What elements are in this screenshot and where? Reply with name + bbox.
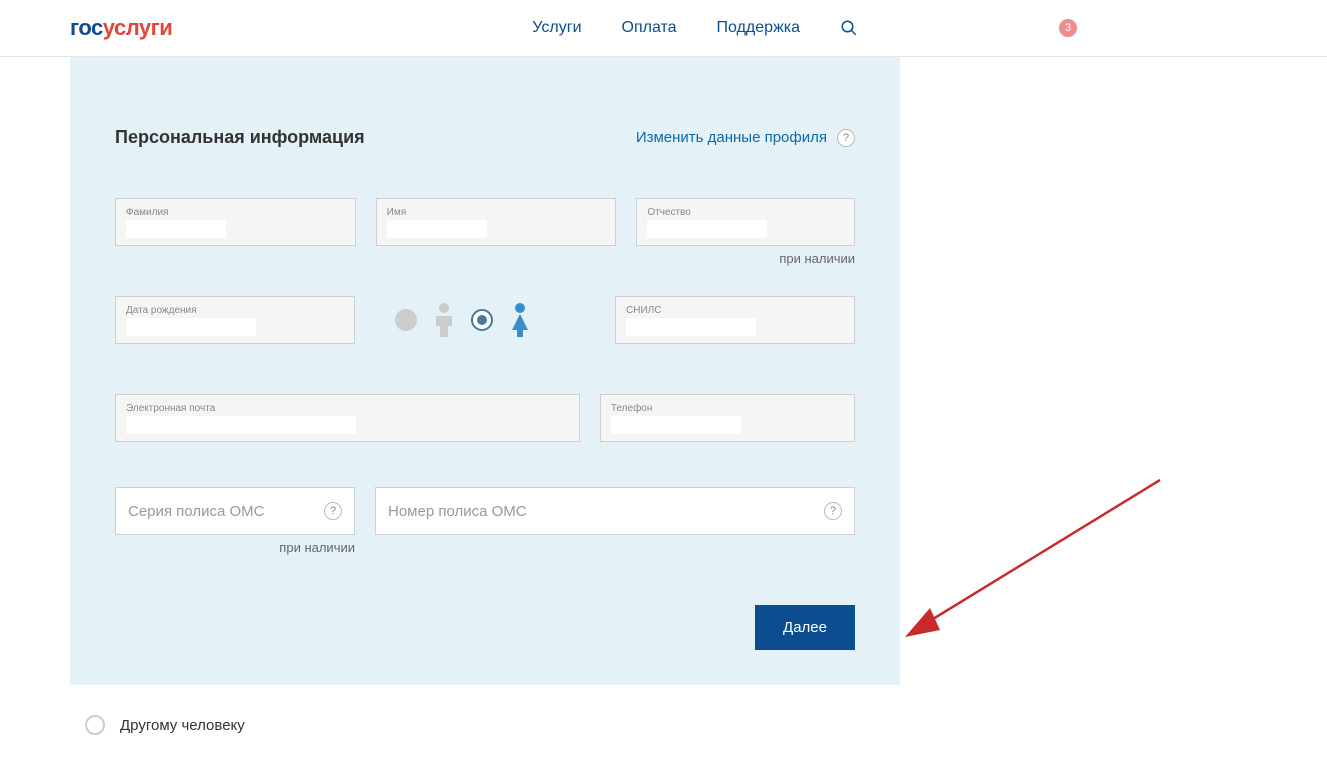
snils-value xyxy=(626,318,756,336)
dob-field[interactable]: Дата рождения xyxy=(115,296,355,344)
help-icon[interactable]: ? xyxy=(824,502,842,520)
dob-value xyxy=(126,318,256,336)
gender-male-radio[interactable] xyxy=(395,309,417,331)
row-contacts: Электронная почта Телефон xyxy=(115,394,855,442)
lastname-label: Фамилия xyxy=(126,207,345,218)
form-panel: Персональная информация Изменить данные … xyxy=(70,57,900,685)
male-icon xyxy=(432,302,456,338)
other-person-label: Другому человеку xyxy=(120,717,245,734)
firstname-label: Имя xyxy=(387,207,606,218)
logo[interactable]: госуслуги xyxy=(70,15,172,41)
arrow-annotation-icon xyxy=(880,470,1170,670)
edit-profile-wrap: Изменить данные профиля ? xyxy=(636,129,855,147)
row-dob-gender: Дата рождения СНИЛС xyxy=(115,296,855,344)
gender-group xyxy=(395,302,532,338)
oms-series-field[interactable]: Серия полиса ОМС ? xyxy=(115,487,355,535)
patronymic-label: Отчество xyxy=(647,207,844,218)
snils-label: СНИЛС xyxy=(626,305,844,316)
other-person-option[interactable]: Другому человеку xyxy=(85,715,1327,735)
patronymic-field[interactable]: Отчество xyxy=(636,198,855,246)
nav-support[interactable]: Поддержка xyxy=(717,19,800,37)
nav-payment[interactable]: Оплата xyxy=(622,19,677,37)
gender-female-radio[interactable] xyxy=(471,309,493,331)
snils-field[interactable]: СНИЛС xyxy=(615,296,855,344)
oms-series-placeholder: Серия полиса ОМС xyxy=(128,503,324,520)
help-icon[interactable]: ? xyxy=(837,129,855,147)
lastname-field[interactable]: Фамилия xyxy=(115,198,356,246)
row-name: Фамилия Имя Отчество при наличии xyxy=(115,198,855,266)
email-label: Электронная почта xyxy=(126,403,569,414)
section-title: Персональная информация xyxy=(115,127,365,148)
patronymic-value xyxy=(647,220,767,238)
search-icon[interactable] xyxy=(840,19,858,37)
row-oms: Серия полиса ОМС ? при наличии Номер пол… xyxy=(115,487,855,555)
female-icon xyxy=(508,302,532,338)
email-field[interactable]: Электронная почта xyxy=(115,394,580,442)
phone-value xyxy=(611,416,741,434)
nav-services[interactable]: Услуги xyxy=(532,19,581,37)
lastname-value xyxy=(126,220,226,238)
phone-field[interactable]: Телефон xyxy=(600,394,855,442)
oms-number-field[interactable]: Номер полиса ОМС ? xyxy=(375,487,855,535)
patronymic-helper: при наличии xyxy=(636,251,855,266)
header: госуслуги Услуги Оплата Поддержка 3 xyxy=(0,0,1327,57)
email-value xyxy=(126,416,356,434)
radio-icon xyxy=(85,715,105,735)
section-header: Персональная информация Изменить данные … xyxy=(115,127,855,148)
phone-label: Телефон xyxy=(611,403,844,414)
notification-badge[interactable]: 3 xyxy=(1059,19,1077,37)
logo-part2: услуги xyxy=(103,15,173,40)
nav: Услуги Оплата Поддержка xyxy=(532,19,858,37)
firstname-value xyxy=(387,220,487,238)
edit-profile-link[interactable]: Изменить данные профиля xyxy=(636,129,827,146)
oms-number-placeholder: Номер полиса ОМС xyxy=(388,503,824,520)
firstname-field[interactable]: Имя xyxy=(376,198,617,246)
next-button[interactable]: Далее xyxy=(755,605,855,650)
help-icon[interactable]: ? xyxy=(324,502,342,520)
dob-label: Дата рождения xyxy=(126,305,344,316)
oms-series-helper: при наличии xyxy=(115,540,355,555)
logo-part1: гос xyxy=(70,15,103,40)
